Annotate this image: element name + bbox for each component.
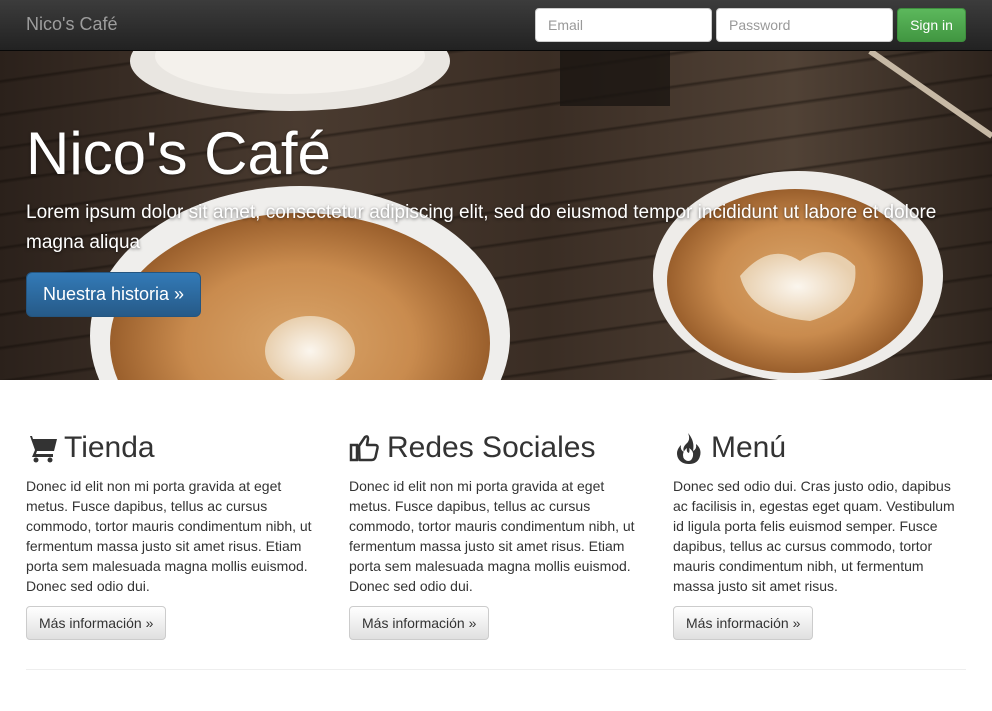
- column-text: Donec sed odio dui. Cras justo odio, dap…: [673, 478, 955, 594]
- more-info-button[interactable]: Más información »: [26, 606, 167, 640]
- column-menu: Menú Donec sed odio dui. Cras justo odio…: [673, 428, 968, 640]
- column-redes-sociales: Redes Sociales Donec id elit non mi port…: [349, 428, 644, 640]
- column-text: Donec id elit non mi porta gravida at eg…: [349, 478, 635, 594]
- top-navbar: Nico's Café Sign in: [0, 0, 992, 51]
- section-divider: [26, 669, 966, 670]
- column-heading-text: Redes Sociales: [387, 431, 596, 464]
- our-story-button[interactable]: Nuestra historia »: [26, 272, 201, 317]
- column-heading-text: Tienda: [64, 431, 155, 464]
- thumbs-up-icon: [349, 432, 381, 464]
- column-text: Donec id elit non mi porta gravida at eg…: [26, 478, 312, 594]
- shopping-cart-icon: [26, 432, 58, 464]
- hero-jumbotron: Nico's Café Lorem ipsum dolor sit amet, …: [0, 51, 992, 380]
- more-info-button[interactable]: Más información »: [349, 606, 490, 640]
- column-tienda: Tienda Donec id elit non mi porta gravid…: [26, 428, 321, 640]
- column-heading: Redes Sociales: [349, 428, 644, 468]
- email-input[interactable]: [535, 8, 712, 42]
- column-heading: Tienda: [26, 428, 321, 468]
- navbar-brand[interactable]: Nico's Café: [26, 14, 117, 35]
- column-heading: Menú: [673, 428, 968, 468]
- more-info-button[interactable]: Más información »: [673, 606, 814, 640]
- hero-title: Nico's Café: [26, 120, 331, 187]
- sign-in-button[interactable]: Sign in: [897, 8, 966, 42]
- hero-lead: Lorem ipsum dolor sit amet, consectetur …: [26, 202, 937, 253]
- column-heading-text: Menú: [711, 431, 787, 464]
- password-input[interactable]: [716, 8, 893, 42]
- fire-icon: [673, 432, 705, 464]
